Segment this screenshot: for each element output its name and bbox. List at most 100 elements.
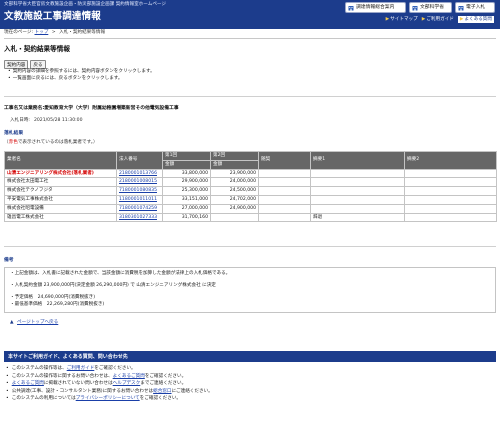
corp-number-link[interactable]: 3180301027333 [116,212,163,223]
building-icon [458,5,464,11]
negotiated-cell [258,203,311,214]
col-header: 業者名 [4,151,117,170]
faq-link[interactable]: ▶ よくある質問 [457,16,494,23]
remark-line: ・上記金額は、入札書に記載された金額で、当該金額に消費税を加算した金額が法律上の… [10,271,231,276]
negotiated-cell [258,194,311,205]
site-title[interactable]: 文教施設工事調達情報 [4,11,101,23]
divider [4,38,496,39]
list-item: • このシステムの操作等は、ご利用ガイドをご確認ください。 [6,366,136,371]
corp-number-link[interactable]: 2180001013766 [116,168,163,179]
table-row: 平安電気工事株式会社 1180001011011 33,151,000 24,702,… [4,194,497,205]
round2-amount [210,212,259,223]
remarks-title: 備考 [4,258,14,263]
round2-amount: 23,900,000 [210,168,259,179]
memo1-cell [310,177,405,188]
mext-button[interactable]: 文部科学省 [409,2,452,13]
back-button[interactable]: 戻る [30,60,46,69]
page-title: 入札・契約結果等情報 [4,45,70,53]
col-subheader: 金額 [162,159,211,170]
round2-amount: 24,000,000 [210,177,259,188]
round2-amount: 24,500,000 [210,186,259,196]
bidder-name: 雄昌電工株式会社 [4,212,117,223]
privacy-policy-link[interactable]: プライバシーポリシーについて [76,396,140,401]
breadcrumb-top-link[interactable]: トップ [35,30,49,35]
breadcrumb-prefix: 現在のページ: [4,30,34,35]
list-item: • このシステムの利用についてはプライバシーポリシーについてをご確認ください。 [6,396,182,402]
instructions: • 契約内容の詳細を参照するには、契約内容ボタンをクリックします。 • 一覧画面に戻… [8,69,155,83]
table-header-row: 業者名 法人番号 第1回 第2回 随契 摘要1 摘要2 [4,151,497,170]
round2-amount: 24,900,000 [210,203,259,214]
breadcrumb-current: 入札・契約結果等情報 [59,30,106,35]
memo1-cell [310,186,405,196]
guide-link[interactable]: ▶ ご利用ガイド [422,17,454,23]
negotiated-cell [258,177,311,188]
page-top-link[interactable]: ▲ ページトップへ戻る [10,320,58,326]
breadcrumb-separator: > [51,30,56,35]
remark-line: ・最低基準価格 22,269,280円(消費税抜き) [10,302,105,307]
header-nav: ▶ サイトマップ ▶ ご利用ガイド ▶ よくある質問 [386,16,494,23]
corp-number-link[interactable]: 2180001008015 [116,177,163,188]
corp-number-link[interactable]: 1180001011011 [116,194,163,205]
arrow-right-icon: ▶ [459,16,464,22]
memo2-cell [404,194,497,205]
memo2-cell [404,168,497,179]
memo1-cell [310,194,405,205]
round1-amount: 31,700,160 [162,212,211,223]
corp-number-link[interactable]: 7180001074259 [116,203,163,214]
round1-amount: 25,300,000 [162,186,211,196]
action-buttons: 契約内容 戻る [4,60,46,69]
procurement-guide-label: 調達情報総合案内 [356,4,395,10]
col-header: 第1回 [162,151,211,161]
memo1-cell [310,203,405,214]
guide-list: • このシステムの操作等は、ご利用ガイドをご確認ください。 • このシステムの操作等… [6,366,213,404]
contract-info-button[interactable]: 契約内容 [4,60,29,69]
project-name: 工事名又は業務名:愛知教育大学（大学）附属幼稚園増築新営その他電気設備工事 [4,106,179,111]
ministry-label: 文部科学省大臣官房文教施設企画・防災部施設企画課 契約情報室ホームページ [4,2,167,7]
bidder-name: 株式会社昭電設備 [4,203,117,214]
memo2-cell [404,212,497,223]
round1-amount: 33,151,000 [162,194,211,205]
table-row: 雄昌電工株式会社 3180301027333 31,700,160 辞退 [4,212,497,223]
faq-link[interactable]: よくあるご質問 [12,381,44,386]
contact-window-link[interactable]: 総合窓口 [153,389,171,394]
sitemap-link[interactable]: ▶ サイトマップ [386,17,418,23]
breadcrumb: 現在のページ: トップ > 入札・契約結果等情報 [4,30,105,36]
bid-date: 入札日時: 2021/05/28 11:30:00 [10,118,83,123]
divider [4,246,496,247]
helpdesk-link[interactable]: ヘルプデスク [113,381,141,386]
col-header: 摘要2 [404,151,497,170]
corp-number-link[interactable]: 7180001080835 [116,186,163,196]
building-icon [412,5,418,11]
memo1-cell: 辞退 [310,212,405,223]
negotiated-cell [258,186,311,196]
bidder-name: 平安電気工事株式会社 [4,194,117,205]
remarks-box: ・上記金額は、入札書に記載された金額で、当該金額に消費税を加算した金額が法律上の… [4,267,496,313]
arrow-right-icon: ▶ [421,17,426,23]
e-bidding-label: 電子入札 [466,4,486,10]
faq-link[interactable]: よくあるご質問 [113,374,145,379]
negotiated-cell [258,168,311,179]
memo2-cell [404,186,497,196]
divider [4,96,496,97]
col-subheader: 金額 [210,159,259,170]
list-item: • 公共調達(工事、設計・コンサルタント業務)に関するお問い合わせは総合窓口にご連… [6,388,213,394]
guide-link[interactable]: ご利用ガイド [67,366,95,371]
col-header: 法人番号 [116,151,163,170]
bidder-name: 株式会社太田電工社 [4,177,117,188]
instruction-item: • 契約内容の詳細を参照するには、契約内容ボタンをクリックします。 [8,69,155,74]
table-row: 山清エンジニアリング株式会社(落札業者) 2180001013766 33,800,… [4,168,497,179]
mext-label: 文部科学省 [420,4,444,10]
col-header: 第2回 [210,151,259,161]
e-bidding-button[interactable]: 電子入札 [455,2,495,13]
memo1-cell [310,168,405,179]
col-header: 摘要1 [310,151,405,170]
bidder-name: 山清エンジニアリング株式会社(落札業者) [4,168,117,179]
round1-amount: 29,900,000 [162,177,211,188]
guide-heading: 本サイトご利用ガイド、よくある質問、問い合わせ先 [4,351,496,362]
memo2-cell [404,177,497,188]
arrow-right-icon: ▶ [385,17,390,23]
memo2-cell [404,203,497,214]
results-table: 業者名 法人番号 第1回 第2回 随契 摘要1 摘要2 金額 金額 山清エンジニ… [4,151,497,223]
results-title: 落札結果 [4,131,24,136]
procurement-guide-button[interactable]: 調達情報総合案内 [345,2,406,13]
